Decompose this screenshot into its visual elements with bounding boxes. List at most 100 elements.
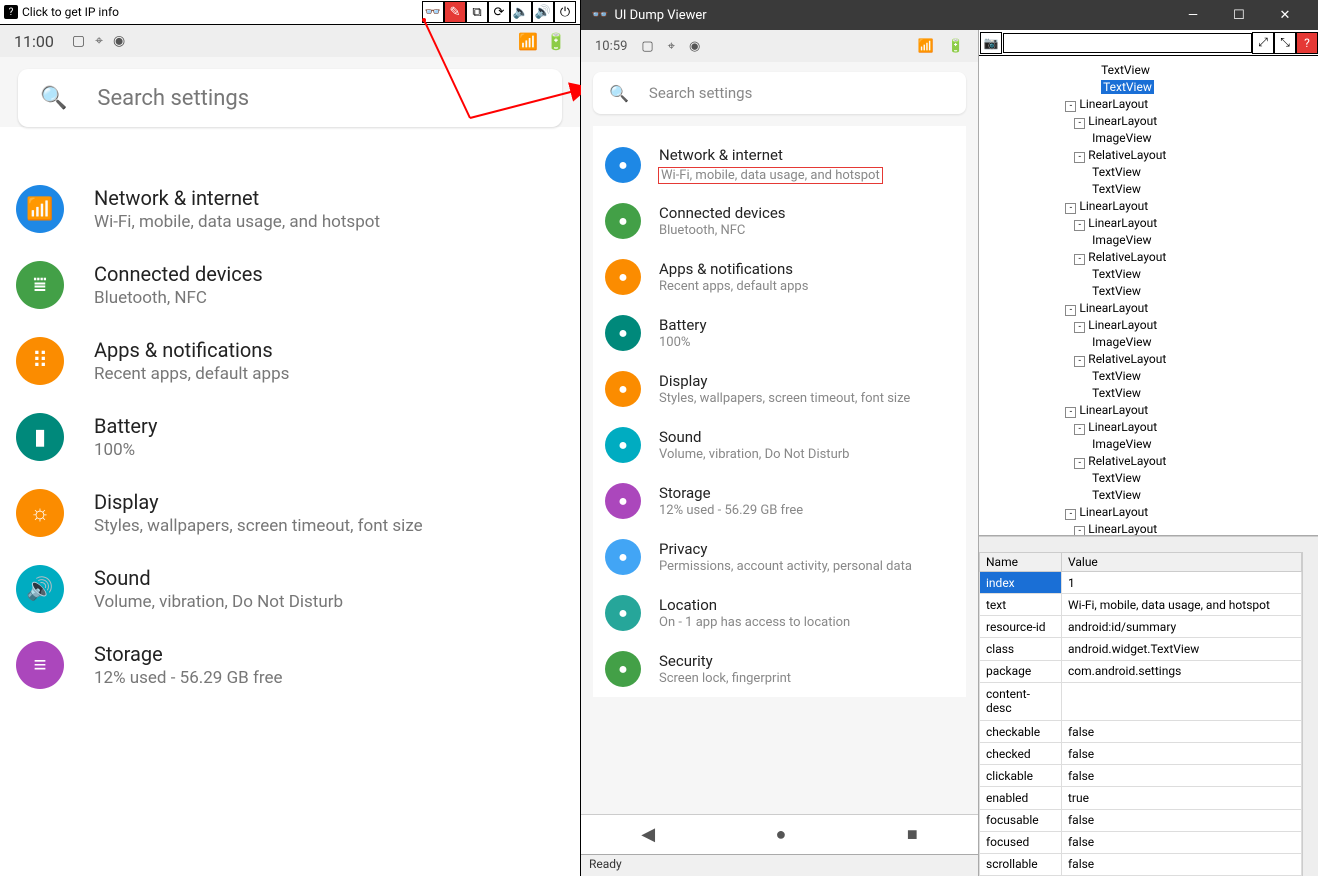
tree-node[interactable]: -LinearLayout: [985, 419, 1318, 436]
settings-item-6[interactable]: ≡ Storage 12% used - 56.29 GB free: [0, 627, 580, 703]
refresh-icon[interactable]: ⟳: [488, 1, 510, 23]
tree-node[interactable]: -RelativeLayout: [985, 351, 1318, 368]
tree-node[interactable]: -LinearLayout: [985, 504, 1318, 521]
prop-name: focusable: [980, 809, 1062, 831]
search-icon: 🔍: [609, 84, 629, 103]
tree-node[interactable]: -LinearLayout: [985, 113, 1318, 130]
tree-node[interactable]: TextView: [985, 470, 1318, 487]
mid-item-2[interactable]: ● Apps & notifications Recent apps, defa…: [593, 249, 966, 305]
mid-item-5[interactable]: ● Sound Volume, vibration, Do Not Distur…: [593, 417, 966, 473]
mid-item-9[interactable]: ● Security Screen lock, fingerprint: [593, 641, 966, 697]
prop-row[interactable]: classandroid.widget.TextView: [980, 638, 1302, 660]
prop-header-name[interactable]: Name: [980, 553, 1062, 572]
volume-down-icon[interactable]: 🔈: [510, 1, 532, 23]
hierarchy-tree[interactable]: TextView TextView -LinearLayout -LinearL…: [979, 56, 1318, 536]
settings-item-5[interactable]: 🔊 Sound Volume, vibration, Do Not Distur…: [0, 551, 580, 627]
prop-row[interactable]: scrollablefalse: [980, 853, 1302, 875]
prop-row[interactable]: clickablefalse: [980, 765, 1302, 787]
battery-icon: ▮: [16, 413, 64, 461]
tree-node[interactable]: -LinearLayout: [985, 521, 1318, 536]
prop-row[interactable]: packagecom.android.settings: [980, 660, 1302, 682]
minimize-button[interactable]: —: [1170, 0, 1216, 30]
tree-node[interactable]: TextView: [985, 487, 1318, 504]
prop-row[interactable]: resource-idandroid:id/summary: [980, 616, 1302, 638]
tree-node[interactable]: -LinearLayout: [985, 198, 1318, 215]
prop-row[interactable]: focusedfalse: [980, 831, 1302, 853]
tree-node[interactable]: ImageView: [985, 232, 1318, 249]
settings-item-2[interactable]: ⠿ Apps & notifications Recent apps, defa…: [0, 323, 580, 399]
settings-list[interactable]: 📶 Network & internet Wi-Fi, mobile, data…: [0, 143, 580, 703]
mid-item-8[interactable]: ● Location On - 1 app has access to loca…: [593, 585, 966, 641]
prop-v-scrollbar[interactable]: [1302, 552, 1318, 876]
tree-node[interactable]: -LinearLayout: [985, 317, 1318, 334]
settings-item-3[interactable]: ▮ Battery 100%: [0, 399, 580, 475]
item-title: Storage: [659, 484, 803, 502]
prop-name: resource-id: [980, 616, 1062, 638]
tree-node[interactable]: TextView: [985, 385, 1318, 402]
copy-icon[interactable]: ⧉: [466, 1, 488, 23]
prop-row[interactable]: index1: [980, 572, 1302, 594]
tree-node[interactable]: TextView: [985, 79, 1318, 96]
prop-row[interactable]: checkablefalse: [980, 721, 1302, 743]
mid-settings-list[interactable]: ● Network & internet Wi-Fi, mobile, data…: [593, 126, 966, 697]
tree-node[interactable]: -LinearLayout: [985, 402, 1318, 419]
window-titlebar[interactable]: 👓 UI Dump Viewer — ☐ ✕: [581, 0, 1318, 30]
search-settings-box[interactable]: 🔍 Search settings: [18, 69, 562, 127]
tree-node[interactable]: TextView: [985, 164, 1318, 181]
sound-icon: 🔊: [16, 565, 64, 613]
prop-row[interactable]: content-desc: [980, 682, 1302, 720]
tree-node[interactable]: ImageView: [985, 130, 1318, 147]
mid-search-box[interactable]: 🔍 Search settings: [593, 72, 966, 114]
tree-node[interactable]: -RelativeLayout: [985, 453, 1318, 470]
tree-node[interactable]: -LinearLayout: [985, 96, 1318, 113]
prop-name: clickable: [980, 765, 1062, 787]
prop-value: false: [1062, 765, 1302, 787]
settings-item-0[interactable]: 📶 Network & internet Wi-Fi, mobile, data…: [0, 171, 580, 247]
close-button[interactable]: ✕: [1262, 0, 1308, 30]
mid-item-3[interactable]: ● Battery 100%: [593, 305, 966, 361]
glasses-icon[interactable]: 👓: [422, 1, 444, 23]
mid-item-4[interactable]: ● Display Styles, wallpapers, screen tim…: [593, 361, 966, 417]
tree-node[interactable]: ImageView: [985, 436, 1318, 453]
maximize-button[interactable]: ☐: [1216, 0, 1262, 30]
collapse-icon[interactable]: ⤡: [1274, 32, 1296, 54]
tree-node[interactable]: TextView: [985, 181, 1318, 198]
volume-up-icon[interactable]: 🔊: [532, 1, 554, 23]
help-icon[interactable]: ?: [1296, 32, 1318, 54]
expand-icon[interactable]: ⤢: [1252, 32, 1274, 54]
tree-node[interactable]: TextView: [985, 266, 1318, 283]
power-icon[interactable]: ⏻: [554, 1, 576, 23]
tree-h-scrollbar[interactable]: [979, 536, 1318, 552]
prop-row[interactable]: textWi-Fi, mobile, data usage, and hotsp…: [980, 594, 1302, 616]
mid-item-0[interactable]: ● Network & internet Wi-Fi, mobile, data…: [593, 136, 966, 193]
tree-node[interactable]: TextView: [985, 62, 1318, 79]
nav-home-icon[interactable]: ●: [776, 824, 787, 845]
ip-info-button[interactable]: ?Click to get IP info: [4, 5, 119, 19]
settings-item-4[interactable]: ☼ Display Styles, wallpapers, screen tim…: [0, 475, 580, 551]
prop-header-value[interactable]: Value: [1062, 553, 1302, 572]
mid-item-7[interactable]: ● Privacy Permissions, account activity,…: [593, 529, 966, 585]
property-table[interactable]: NameValue index1textWi-Fi, mobile, data …: [979, 552, 1302, 876]
tree-node[interactable]: -LinearLayout: [985, 300, 1318, 317]
mid-item-1[interactable]: ● Connected devices Bluetooth, NFC: [593, 193, 966, 249]
wand-icon[interactable]: ✎: [444, 1, 466, 23]
image-icon: ▢: [72, 33, 85, 49]
settings-item-1[interactable]: ⩸ Connected devices Bluetooth, NFC: [0, 247, 580, 323]
prop-row[interactable]: enabledtrue: [980, 787, 1302, 809]
item-subtitle: Volume, vibration, Do Not Disturb: [94, 592, 343, 612]
tree-node[interactable]: -LinearLayout: [985, 215, 1318, 232]
nav-back-icon[interactable]: ◀: [641, 824, 655, 845]
tree-node[interactable]: -RelativeLayout: [985, 249, 1318, 266]
prop-row[interactable]: checkedfalse: [980, 743, 1302, 765]
prop-row[interactable]: focusablefalse: [980, 809, 1302, 831]
tree-node[interactable]: -RelativeLayout: [985, 147, 1318, 164]
usb-icon: ⌖: [95, 33, 103, 49]
camera-icon[interactable]: 📷: [980, 32, 1002, 54]
tree-node[interactable]: TextView: [985, 283, 1318, 300]
tree-node[interactable]: TextView: [985, 368, 1318, 385]
nav-recent-icon[interactable]: ■: [907, 824, 918, 845]
inspector-search-input[interactable]: [1003, 33, 1252, 53]
mid-item-6[interactable]: ● Storage 12% used - 56.29 GB free: [593, 473, 966, 529]
tree-node[interactable]: ImageView: [985, 334, 1318, 351]
item-title: Display: [94, 490, 423, 514]
